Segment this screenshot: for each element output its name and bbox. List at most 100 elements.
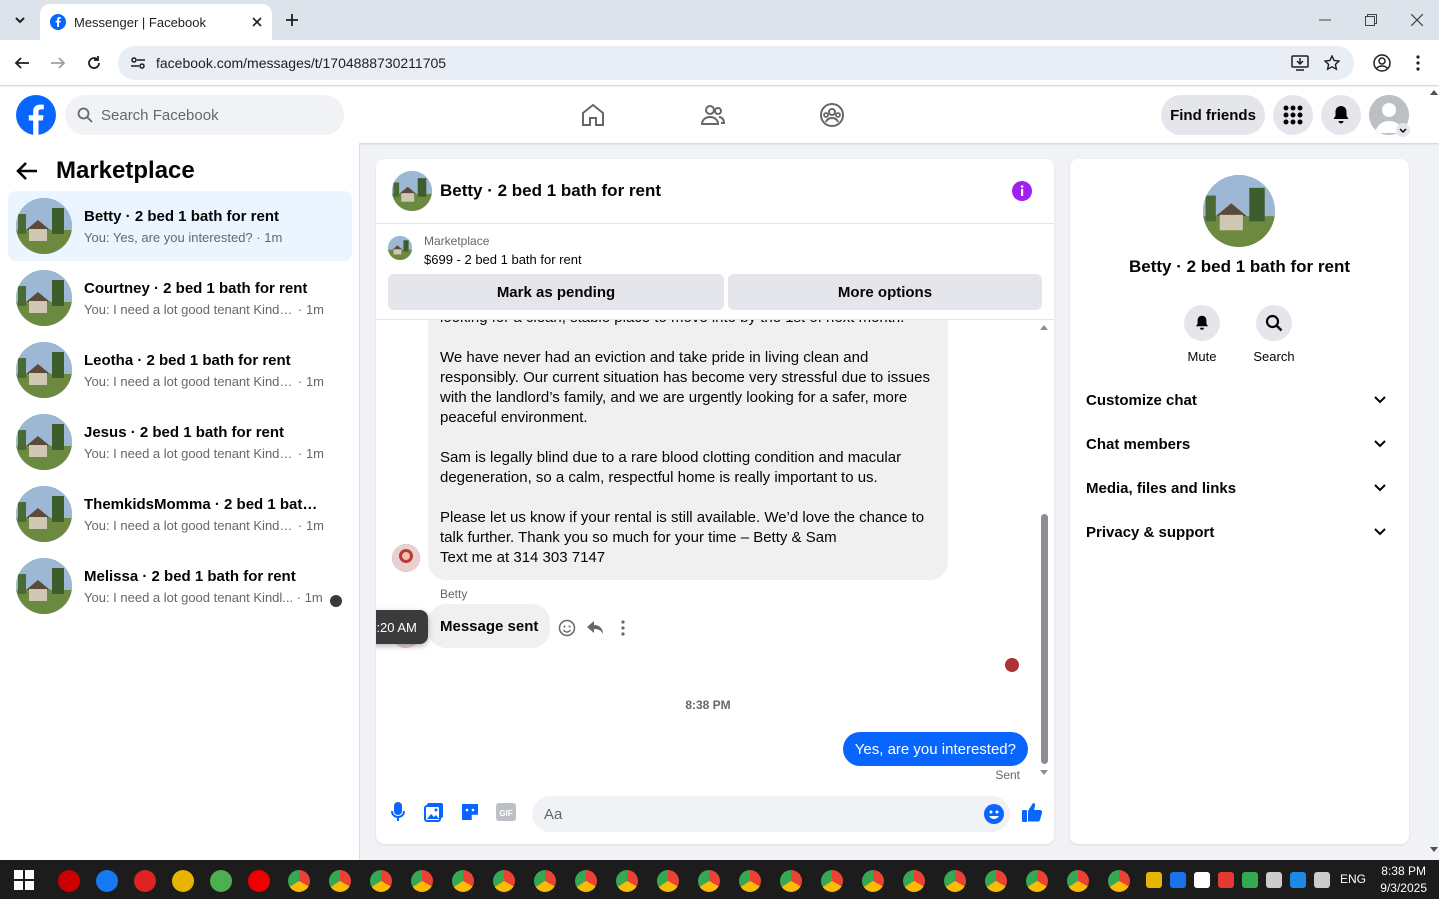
privacy-support-section[interactable]: Privacy & support [1078, 510, 1401, 554]
chrome-profile-icon[interactable] [616, 870, 638, 892]
browser-tab[interactable]: Messenger | Facebook [40, 4, 272, 40]
incoming-message[interactable]: looking for a clean, stable place to mov… [428, 320, 948, 580]
emoji-icon[interactable] [984, 804, 1004, 824]
chrome-profile-icon[interactable] [288, 870, 310, 892]
file-explorer-icon[interactable] [172, 870, 194, 892]
close-window-button[interactable] [1402, 8, 1432, 32]
chevron-down-icon[interactable] [1396, 123, 1410, 137]
chrome-profile-icon[interactable] [411, 870, 433, 892]
info-icon[interactable] [1012, 181, 1032, 201]
reload-button[interactable] [83, 52, 105, 74]
mark-as-pending-button[interactable]: Mark as pending [388, 274, 724, 310]
back-arrow-icon[interactable] [16, 161, 38, 181]
conversation-row[interactable]: Jesus · 2 bed 1 bath for rent You: I need… [8, 407, 352, 477]
chrome-profile-icon[interactable] [1108, 870, 1130, 892]
site-settings-icon[interactable] [130, 55, 146, 71]
listing-title[interactable]: $699 - 2 bed 1 bath for rent [424, 252, 582, 267]
more-actions-button[interactable] [612, 617, 634, 639]
gif-button[interactable]: GIF [494, 800, 518, 824]
minimize-button[interactable] [1310, 8, 1340, 32]
find-friends-button[interactable]: Find friends [1161, 95, 1265, 135]
wps-icon[interactable] [134, 870, 156, 892]
menu-button[interactable] [1273, 95, 1313, 135]
conversation-row[interactable]: Betty · 2 bed 1 bath for rent You: Yes, a… [8, 191, 352, 261]
chrome-profile-icon[interactable] [657, 870, 679, 892]
nav-friends[interactable] [697, 99, 729, 131]
listing-thumbnail[interactable] [388, 236, 412, 260]
chrome-profile-icon[interactable] [452, 870, 474, 892]
chrome-profile-icon[interactable] [1067, 870, 1089, 892]
tray-app-icon[interactable] [1146, 872, 1162, 888]
new-tab-button[interactable] [280, 8, 304, 32]
tab-search-button[interactable] [8, 8, 32, 32]
outgoing-message[interactable]: Yes, are you interested? [842, 732, 1028, 766]
react-button[interactable] [556, 617, 578, 639]
like-button[interactable] [1020, 800, 1044, 824]
message-input-field[interactable] [532, 796, 1010, 832]
chrome-profile-icon[interactable] [329, 870, 351, 892]
browser-menu-button[interactable] [1408, 53, 1428, 73]
restore-button[interactable] [1356, 8, 1386, 32]
language-indicator[interactable]: ENG [1340, 872, 1366, 886]
chrome-profile-icon[interactable] [780, 870, 802, 892]
display-icon[interactable] [1290, 872, 1306, 888]
info-tray-icon[interactable] [1170, 872, 1186, 888]
plus-tray-icon[interactable] [1194, 872, 1210, 888]
message-input[interactable] [544, 805, 964, 823]
conversation-row[interactable]: Courtney · 2 bed 1 bath for rent You: I n… [8, 263, 352, 333]
scroll-thumb[interactable] [1041, 514, 1048, 764]
chrome-profile-icon[interactable] [862, 870, 884, 892]
chrome-profile-icon[interactable] [370, 870, 392, 892]
opera-icon[interactable] [248, 870, 270, 892]
message-sent-bubble[interactable]: Message sent [428, 604, 551, 648]
search-action[interactable]: Search [1244, 305, 1304, 364]
windows-start-icon[interactable] [14, 870, 34, 890]
facebook-search[interactable] [65, 95, 344, 135]
heart-tray-icon[interactable] [1218, 872, 1234, 888]
close-icon[interactable] [252, 17, 262, 27]
more-options-button[interactable]: More options [728, 274, 1042, 310]
conversation-row[interactable]: ThemkidsMomma · 2 bed 1 bath f... You: I … [8, 479, 352, 549]
media-files-links-section[interactable]: Media, files and links [1078, 466, 1401, 510]
bookmark-button[interactable] [1322, 53, 1342, 73]
conversation-row[interactable]: Leotha · 2 bed 1 bath for rent You: I nee… [8, 335, 352, 405]
chrome-profile-icon[interactable] [821, 870, 843, 892]
chrome-profile-icon[interactable] [534, 870, 556, 892]
conversation-avatar[interactable] [1203, 175, 1275, 247]
opera-gx-icon[interactable] [58, 870, 80, 892]
facebook-icon[interactable] [96, 870, 118, 892]
install-app-button[interactable] [1290, 53, 1310, 73]
mute-action[interactable]: Mute [1172, 305, 1232, 364]
network-icon[interactable] [1266, 872, 1282, 888]
sticker-button[interactable] [458, 800, 482, 824]
chat-avatar[interactable] [392, 171, 432, 211]
drive-tray-icon[interactable] [1242, 872, 1258, 888]
chrome-profile-icon[interactable] [944, 870, 966, 892]
attach-media-button[interactable] [422, 800, 446, 824]
conversation-row[interactable]: Melissa · 2 bed 1 bath for rent You: I ne… [8, 551, 352, 621]
system-clock[interactable]: 8:38 PM 9/3/2025 [1380, 863, 1427, 897]
reply-button[interactable] [584, 617, 606, 639]
chrome-profile-icon[interactable] [739, 870, 761, 892]
search-input[interactable] [101, 106, 321, 124]
voice-clip-button[interactable] [386, 800, 410, 824]
page-scrollbar[interactable] [1429, 87, 1439, 860]
nav-home[interactable] [577, 99, 609, 131]
chat-title[interactable]: Betty · 2 bed 1 bath for rent [440, 181, 661, 201]
sender-avatar[interactable] [392, 544, 420, 572]
chat-members-section[interactable]: Chat members [1078, 422, 1401, 466]
chrome-profile-icon[interactable] [493, 870, 515, 892]
chrome-profile-icon[interactable] [1026, 870, 1048, 892]
chrome-canary-icon[interactable] [210, 870, 232, 892]
chrome-profile-icon[interactable] [985, 870, 1007, 892]
back-button[interactable] [11, 52, 33, 74]
forward-button[interactable] [47, 52, 69, 74]
chrome-profile-icon[interactable] [575, 870, 597, 892]
customize-chat-section[interactable]: Customize chat [1078, 378, 1401, 422]
facebook-logo[interactable] [16, 95, 56, 135]
notifications-button[interactable] [1321, 95, 1361, 135]
message-scrollbar[interactable] [1040, 320, 1048, 780]
volume-icon[interactable] [1314, 872, 1330, 888]
chrome-profile-icon[interactable] [698, 870, 720, 892]
address-bar[interactable]: facebook.com/messages/t/1704888730211705 [118, 46, 1354, 80]
